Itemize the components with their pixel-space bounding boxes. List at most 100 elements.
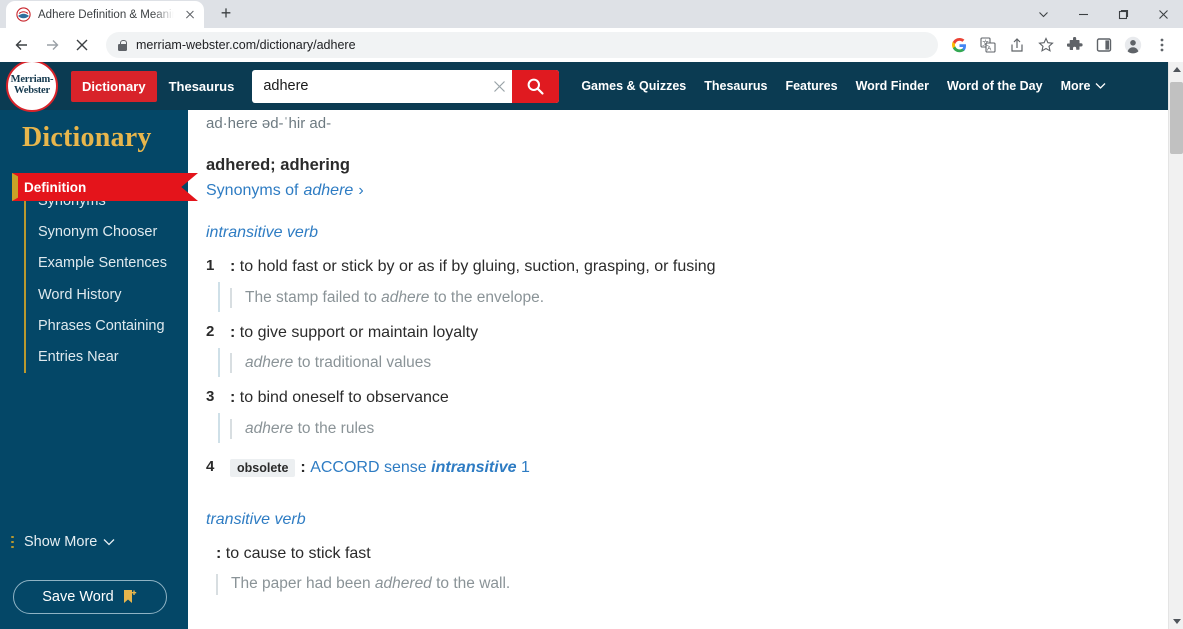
- close-tab-icon[interactable]: [182, 7, 198, 23]
- sense-definition: : to cause to stick fast: [216, 544, 371, 562]
- nav-thesaurus[interactable]: Thesaurus: [704, 79, 767, 93]
- stop-loading-button[interactable]: [68, 31, 96, 59]
- pronunciation-row: ad·here əd-ˈhir ad-: [206, 110, 1168, 132]
- side-panel-icon[interactable]: [1091, 32, 1117, 58]
- example-keyword: adhered: [374, 575, 432, 593]
- sense-definition-text: to give support or maintain loyalty: [239, 323, 479, 341]
- search-icon: [527, 78, 544, 95]
- sidebar-nav-list: Synonyms Synonym Chooser Example Sentenc…: [24, 186, 167, 374]
- page-scrollbar[interactable]: [1168, 62, 1183, 629]
- pronunciation-text: ad·here əd-ˈhir ad-: [206, 115, 332, 132]
- sidebar-title: Dictionary: [22, 122, 152, 153]
- browser-tab-active[interactable]: Adhere Definition & Meaning - M: [6, 1, 204, 28]
- chrome-menu-icon[interactable]: [1149, 32, 1175, 58]
- chevron-down-icon: [1095, 83, 1106, 89]
- entry-sidebar: Dictionary Definition Synonyms Synonym C…: [0, 110, 198, 629]
- synonyms-link-prefix: Synonyms of: [206, 182, 299, 199]
- nav-word-finder[interactable]: Word Finder: [856, 79, 929, 93]
- scrollbar-thumb[interactable]: [1170, 82, 1183, 154]
- sense-number: 4: [206, 458, 215, 476]
- nav-games-quizzes[interactable]: Games & Quizzes: [581, 79, 686, 93]
- browser-toolbar: merriam-webster.com/dictionary/adhere A …: [0, 28, 1183, 62]
- sidebar-item-definition[interactable]: Definition: [12, 173, 198, 201]
- chevron-right-icon: ›: [358, 182, 364, 199]
- sense-definition: : to bind oneself to observance: [230, 389, 449, 407]
- tab-title: Adhere Definition & Meaning - M: [38, 8, 175, 21]
- nav-dictionary-tab[interactable]: Dictionary: [71, 70, 157, 102]
- transitive-block: transitive verb : to cause to stick fast…: [206, 511, 1168, 595]
- close-window-button[interactable]: [1143, 0, 1183, 28]
- search-submit-button[interactable]: [512, 69, 560, 103]
- profile-avatar-icon[interactable]: [1120, 32, 1146, 58]
- browser-window: Adhere Definition & Meaning - M +: [0, 0, 1183, 629]
- new-tab-button[interactable]: +: [212, 0, 240, 27]
- share-icon[interactable]: [1004, 32, 1030, 58]
- example-keyword: adhere: [245, 354, 294, 372]
- site-search: [252, 69, 560, 103]
- forward-button[interactable]: [38, 31, 66, 59]
- ribbon-tail-accent: [12, 173, 18, 201]
- svg-text:文: 文: [982, 38, 989, 47]
- search-input[interactable]: [252, 69, 487, 103]
- sense-entry: 3 : to bind oneself to observance adhere…: [206, 387, 1168, 444]
- back-button[interactable]: [8, 31, 36, 59]
- sense-definition-text: to hold fast or stick by or as if by glu…: [239, 258, 716, 275]
- sense-entry: 1 : to hold fast or stick by or as if by…: [206, 256, 1168, 312]
- chevron-down-icon: [103, 538, 115, 545]
- example-keyword: adhere: [245, 420, 294, 438]
- address-bar-url: merriam-webster.com/dictionary/adhere: [136, 38, 356, 52]
- xref-sense-word: sense: [383, 459, 427, 477]
- sidebar-item-example-sentences[interactable]: Example Sentences: [26, 248, 167, 279]
- address-bar[interactable]: merriam-webster.com/dictionary/adhere: [106, 32, 938, 58]
- nav-word-of-the-day[interactable]: Word of the Day: [947, 79, 1043, 93]
- nav-features[interactable]: Features: [785, 79, 837, 93]
- example-keyword: adhere: [381, 288, 430, 306]
- cross-reference-link[interactable]: ACCORD sense intransitive 1: [310, 459, 530, 476]
- sense-definition: : to give support or maintain loyalty: [230, 323, 479, 341]
- xref-number: 1: [520, 459, 530, 477]
- example-post: to the envelope.: [429, 288, 545, 306]
- example-post: to traditional values: [293, 354, 432, 372]
- extensions-puzzle-icon[interactable]: [1062, 32, 1088, 58]
- translate-icon[interactable]: A 文: [975, 32, 1001, 58]
- page-viewport: Merriam- Webster Dictionary Thesaurus ad…: [0, 62, 1183, 629]
- nav-more-menu[interactable]: More: [1061, 79, 1107, 93]
- sense-entry: 2 : to give support or maintain loyalty …: [206, 322, 1168, 378]
- sense-rule: [218, 347, 220, 378]
- example-post: to the wall.: [431, 575, 511, 593]
- tab-strip: Adhere Definition & Meaning - M +: [0, 0, 1183, 28]
- minimize-button[interactable]: [1063, 0, 1103, 28]
- vertical-dots-icon: [11, 535, 15, 549]
- sense-definition-text: to bind oneself to observance: [239, 389, 449, 407]
- inflected-forms: adhered; adhering: [206, 156, 350, 174]
- save-word-label: Save Word: [42, 589, 114, 605]
- merriam-webster-logo[interactable]: Merriam- Webster: [6, 62, 58, 112]
- sense-example: The paper had been adhered to the wall.: [216, 574, 1168, 595]
- sidebar-item-entries-near[interactable]: Entries Near: [26, 342, 167, 373]
- bookmark-star-icon[interactable]: [1033, 32, 1059, 58]
- show-more-button[interactable]: Show More: [8, 534, 115, 550]
- site-nav-menu: Games & Quizzes Thesaurus Features Word …: [581, 79, 1106, 93]
- nav-thesaurus-tab[interactable]: Thesaurus: [157, 71, 247, 102]
- tab-search-button[interactable]: [1023, 0, 1063, 28]
- sense-example: adhere to the rules: [230, 419, 1168, 440]
- sense-entry: 4 obsolete: ACCORD sense intransitive 1: [206, 457, 1168, 479]
- merriam-webster-favicon: [16, 7, 31, 22]
- save-word-button[interactable]: Save Word: [13, 580, 167, 614]
- sense-example: The stamp failed to adhere to the envelo…: [230, 287, 1168, 308]
- scroll-up-arrow[interactable]: [1169, 62, 1183, 77]
- maximize-button[interactable]: [1103, 0, 1143, 28]
- google-lens-icon[interactable]: [946, 32, 972, 58]
- sense-rule: [218, 413, 220, 444]
- window-controls: [1023, 0, 1183, 28]
- scroll-down-arrow[interactable]: [1169, 614, 1183, 629]
- part-of-speech-transitive: transitive verb: [206, 510, 306, 528]
- example-post: to the rules: [293, 420, 375, 438]
- clear-search-icon[interactable]: [486, 70, 512, 103]
- sidebar-item-word-history[interactable]: Word History: [26, 280, 167, 311]
- sidebar-item-synonym-chooser[interactable]: Synonym Chooser: [26, 217, 167, 248]
- sense-rule: [218, 282, 220, 312]
- synonyms-of-link[interactable]: Synonyms of adhere ›: [206, 182, 364, 200]
- toolbar-icon-group: A 文: [946, 32, 1175, 58]
- sidebar-item-phrases-containing[interactable]: Phrases Containing: [26, 311, 167, 342]
